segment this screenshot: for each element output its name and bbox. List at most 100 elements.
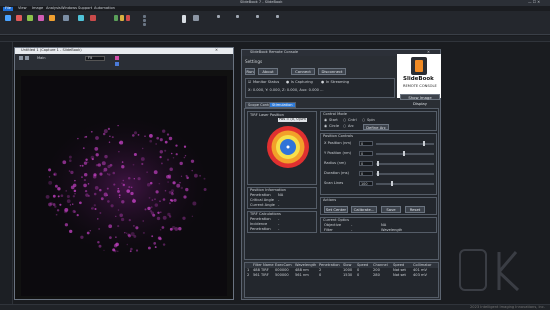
disconnect-button[interactable]: Disconnect bbox=[318, 68, 346, 75]
connect-button[interactable]: Connect bbox=[291, 68, 315, 75]
slider-thumb[interactable] bbox=[423, 141, 425, 146]
capture-icon[interactable] bbox=[5, 15, 11, 21]
console-title: SlideBook Remote Console bbox=[250, 50, 299, 54]
table-row[interactable]: 2 561 TIRF 500000 561 nm 0 1530 0 280 No… bbox=[245, 273, 438, 279]
radius-input[interactable]: 0 bbox=[359, 161, 373, 166]
slider-thumb[interactable] bbox=[391, 181, 393, 186]
tab-image[interactable]: Image bbox=[32, 6, 43, 11]
stop-icon[interactable] bbox=[25, 56, 29, 60]
tab-view[interactable]: View bbox=[18, 6, 27, 11]
channel-icon[interactable] bbox=[115, 62, 119, 66]
calibrate-button[interactable]: Calibrate... bbox=[351, 206, 377, 213]
x-position-slider[interactable] bbox=[376, 143, 434, 145]
cell-speckle bbox=[150, 211, 154, 215]
duration-input[interactable]: 0 bbox=[359, 171, 373, 176]
view-label: Main bbox=[37, 56, 46, 60]
cell-speckle bbox=[65, 190, 67, 192]
checkbox-icon[interactable] bbox=[217, 15, 220, 18]
image-window[interactable]: Untitled 1 (Capture 1 - SlideBook) ✕ Mai… bbox=[14, 47, 234, 300]
radius-slider[interactable] bbox=[376, 163, 434, 165]
pointer-icon[interactable] bbox=[182, 15, 186, 23]
cell-speckle bbox=[94, 207, 97, 211]
window-title: SlideBook 7 - SlideBook bbox=[240, 0, 283, 4]
duration-slider[interactable] bbox=[376, 173, 434, 175]
radio-start[interactable]: ◉ bbox=[324, 118, 327, 123]
left-panel[interactable] bbox=[0, 42, 13, 304]
checkbox-icon[interactable] bbox=[143, 15, 146, 18]
cell-speckle bbox=[161, 226, 165, 229]
radio-arc[interactable]: ○ bbox=[343, 124, 346, 129]
slider-thumb[interactable] bbox=[377, 161, 379, 166]
radio-cntrl[interactable]: ○ bbox=[343, 118, 346, 123]
focus-icon[interactable] bbox=[27, 15, 33, 21]
record-icon[interactable] bbox=[16, 15, 22, 21]
x-position-input[interactable]: 0 bbox=[359, 141, 373, 146]
background-watermark bbox=[454, 238, 546, 298]
cell-speckle bbox=[57, 195, 60, 198]
chart-icon[interactable] bbox=[114, 15, 118, 21]
cell-speckle bbox=[54, 184, 58, 188]
show-image-display-button[interactable]: Show Image Display bbox=[400, 94, 440, 106]
checkbox-icon[interactable] bbox=[143, 23, 146, 26]
cell-speckle bbox=[179, 182, 181, 184]
checkbox-icon[interactable] bbox=[143, 19, 146, 22]
cell-speckle bbox=[101, 161, 106, 166]
tirf-target[interactable] bbox=[266, 125, 310, 169]
cell-speckle bbox=[113, 243, 118, 248]
y-position-input[interactable]: 0 bbox=[359, 151, 373, 156]
run-button[interactable]: Run bbox=[245, 68, 255, 75]
cell-speckle bbox=[154, 246, 157, 249]
window-controls[interactable]: — ☐ ✕ bbox=[528, 0, 540, 5]
tab-windows[interactable]: Windows bbox=[61, 6, 77, 11]
tab-analysis[interactable]: Analysis bbox=[46, 6, 61, 11]
close-icon[interactable]: ✕ bbox=[215, 48, 218, 53]
radio-spin[interactable]: ○ bbox=[362, 118, 365, 123]
slider-thumb[interactable] bbox=[403, 151, 405, 156]
checkbox-icon[interactable] bbox=[276, 15, 279, 18]
cell-speckle bbox=[48, 168, 52, 172]
laser-position-panel: TIRF Laser Position Pos = (0, 0)um bbox=[247, 111, 317, 185]
camera-icon[interactable] bbox=[78, 15, 84, 21]
cell-speckle bbox=[119, 140, 124, 145]
tab-automation[interactable]: Automation bbox=[94, 6, 115, 11]
monitor-status-checkbox[interactable]: ☑ bbox=[248, 80, 251, 85]
cell-speckle bbox=[151, 235, 154, 238]
play-icon[interactable] bbox=[19, 56, 23, 60]
cell-speckle bbox=[87, 194, 90, 197]
chart-icon[interactable] bbox=[120, 15, 124, 21]
reset-button[interactable]: Reset bbox=[405, 206, 425, 213]
slider-thumb[interactable] bbox=[377, 171, 379, 176]
cell-speckle bbox=[142, 231, 145, 234]
settings-icon[interactable] bbox=[63, 15, 69, 21]
radio-circle[interactable]: ◉ bbox=[324, 124, 327, 129]
table-cell: 1530 bbox=[343, 273, 353, 277]
scan-lines-input[interactable]: 100 bbox=[359, 181, 373, 186]
cell-speckle bbox=[185, 187, 189, 192]
cell-speckle bbox=[135, 226, 139, 230]
checkbox-icon[interactable] bbox=[236, 15, 239, 18]
checkbox-icon[interactable] bbox=[256, 15, 259, 18]
y-position-slider[interactable] bbox=[376, 153, 434, 155]
save-button[interactable]: Save bbox=[381, 206, 401, 213]
cell-speckle bbox=[168, 136, 173, 141]
tab-support[interactable]: Support bbox=[78, 6, 92, 11]
chart-icon[interactable] bbox=[126, 15, 130, 21]
zoom-select[interactable]: Fit bbox=[85, 56, 105, 61]
cell-speckle bbox=[109, 135, 111, 137]
define-arc-button[interactable]: Define Arc bbox=[363, 124, 389, 130]
image-icon[interactable] bbox=[38, 15, 44, 21]
set-center-button[interactable]: Set Center bbox=[324, 206, 348, 213]
status-panel: ☑ Monitor Status ● Is Capturing ● In Str… bbox=[245, 78, 395, 98]
image-canvas[interactable] bbox=[21, 76, 227, 296]
channel-icon[interactable] bbox=[115, 56, 119, 60]
tab-file[interactable]: File bbox=[3, 6, 14, 11]
cell-speckle bbox=[103, 129, 108, 134]
scan-lines-slider[interactable] bbox=[376, 183, 434, 185]
laser-icon[interactable] bbox=[90, 15, 96, 21]
stage-icon[interactable] bbox=[49, 15, 55, 21]
cell-speckle bbox=[155, 190, 159, 194]
about-button[interactable]: About bbox=[258, 68, 278, 75]
tools-icon[interactable] bbox=[193, 15, 199, 21]
control-mode-label: Control Mode bbox=[323, 112, 347, 116]
current-optics-panel: Current Optics Objective - NA Filter - W… bbox=[320, 217, 437, 233]
